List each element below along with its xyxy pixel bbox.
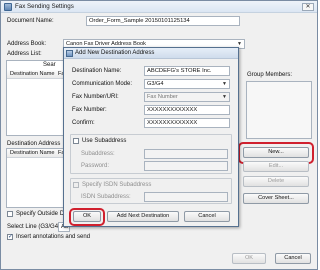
- dialog-cancel-button[interactable]: Cancel: [184, 211, 230, 222]
- password-label: Password:: [81, 163, 110, 169]
- isdn-subaddress-input[interactable]: [144, 192, 228, 202]
- fax-number-uri-select[interactable]: Fax Number ▼: [144, 92, 230, 102]
- address-book-label: Address Book:: [7, 41, 47, 47]
- destination-list-header: Destination Name Fax: [7, 149, 67, 158]
- select-line-label: Select Line (G3/G4):: [7, 224, 62, 230]
- chevron-down-icon: ▼: [222, 81, 227, 87]
- main-ok-button[interactable]: OK: [232, 253, 266, 264]
- dialog-title: Add New Destination Address: [75, 50, 155, 56]
- address-list-label: Address List:: [7, 51, 42, 57]
- add-next-destination-button[interactable]: Add Next Destination: [107, 211, 179, 222]
- insert-annotations-label: Insert annotations and send: [16, 234, 91, 240]
- subaddress-input[interactable]: [144, 149, 228, 159]
- use-subaddress-label: Use Subaddress: [82, 138, 127, 144]
- address-list-search-label: Sear: [43, 62, 56, 68]
- specify-isdn-label: Specify ISDN Subaddress: [82, 182, 152, 188]
- address-list[interactable]: Sear Destination Name Fax: [6, 60, 67, 136]
- communication-mode-label: Communication Mode:: [72, 81, 133, 87]
- cover-sheet-button[interactable]: Cover Sheet...: [243, 193, 309, 204]
- address-card-icon: [66, 50, 73, 57]
- address-list-header: Destination Name Fax: [7, 70, 67, 79]
- confirm-label: Confirm:: [72, 120, 95, 126]
- specify-isdn-checkbox[interactable]: [73, 182, 79, 188]
- title-bar[interactable]: Fax Sending Settings ✕: [1, 1, 317, 13]
- main-cancel-button[interactable]: Cancel: [275, 253, 311, 264]
- fax-number-uri-value: Fax Number: [147, 94, 178, 100]
- insert-annotations-checkbox[interactable]: [7, 233, 13, 240]
- edit-button[interactable]: Edit...: [243, 161, 309, 172]
- destination-address-list[interactable]: Destination Name Fax: [6, 148, 67, 208]
- destination-name-input[interactable]: ABCDEFG's STORE Inc.: [144, 66, 230, 76]
- communication-mode-value: G3/G4: [147, 81, 164, 87]
- fax-number-input[interactable]: XXXXXXXXXXXXX: [144, 105, 230, 115]
- subaddress-label: Subaddress:: [81, 151, 115, 157]
- isdn-subaddress-label: ISDN Subaddress:: [81, 194, 131, 200]
- destination-list-col-name[interactable]: Destination Name: [10, 149, 54, 157]
- destination-address-label: Destination Address: [7, 141, 61, 147]
- fax-number-uri-label: Fax Number/URI:: [72, 94, 119, 100]
- group-members-list[interactable]: [246, 81, 312, 139]
- specify-outside-dialing-checkbox[interactable]: [7, 211, 13, 217]
- window-title: Fax Sending Settings: [15, 3, 74, 10]
- confirm-input[interactable]: XXXXXXXXXXXXX: [144, 118, 230, 128]
- document-name-input[interactable]: Order_Form_Sample 20150101125134: [86, 16, 240, 26]
- chevron-down-icon: ▼: [222, 94, 227, 100]
- new-button[interactable]: New...: [243, 147, 309, 158]
- fax-number-label: Fax Number:: [72, 107, 107, 113]
- dialog-title-bar[interactable]: Add New Destination Address: [64, 48, 238, 59]
- password-input[interactable]: [144, 161, 228, 171]
- close-icon[interactable]: ✕: [302, 3, 314, 11]
- add-destination-dialog: Add New Destination Address Destination …: [63, 47, 239, 227]
- group-members-label: Group Members:: [247, 72, 293, 78]
- delete-button[interactable]: Delete: [243, 176, 309, 187]
- use-subaddress-checkbox[interactable]: [73, 138, 79, 144]
- destination-name-label: Destination Name:: [72, 68, 122, 74]
- address-list-col-name[interactable]: Destination Name: [10, 70, 54, 78]
- document-name-label: Document Name:: [7, 18, 54, 24]
- dialog-ok-button[interactable]: OK: [73, 211, 101, 222]
- fax-app-icon: [4, 3, 12, 11]
- communication-mode-select[interactable]: G3/G4 ▼: [144, 79, 230, 89]
